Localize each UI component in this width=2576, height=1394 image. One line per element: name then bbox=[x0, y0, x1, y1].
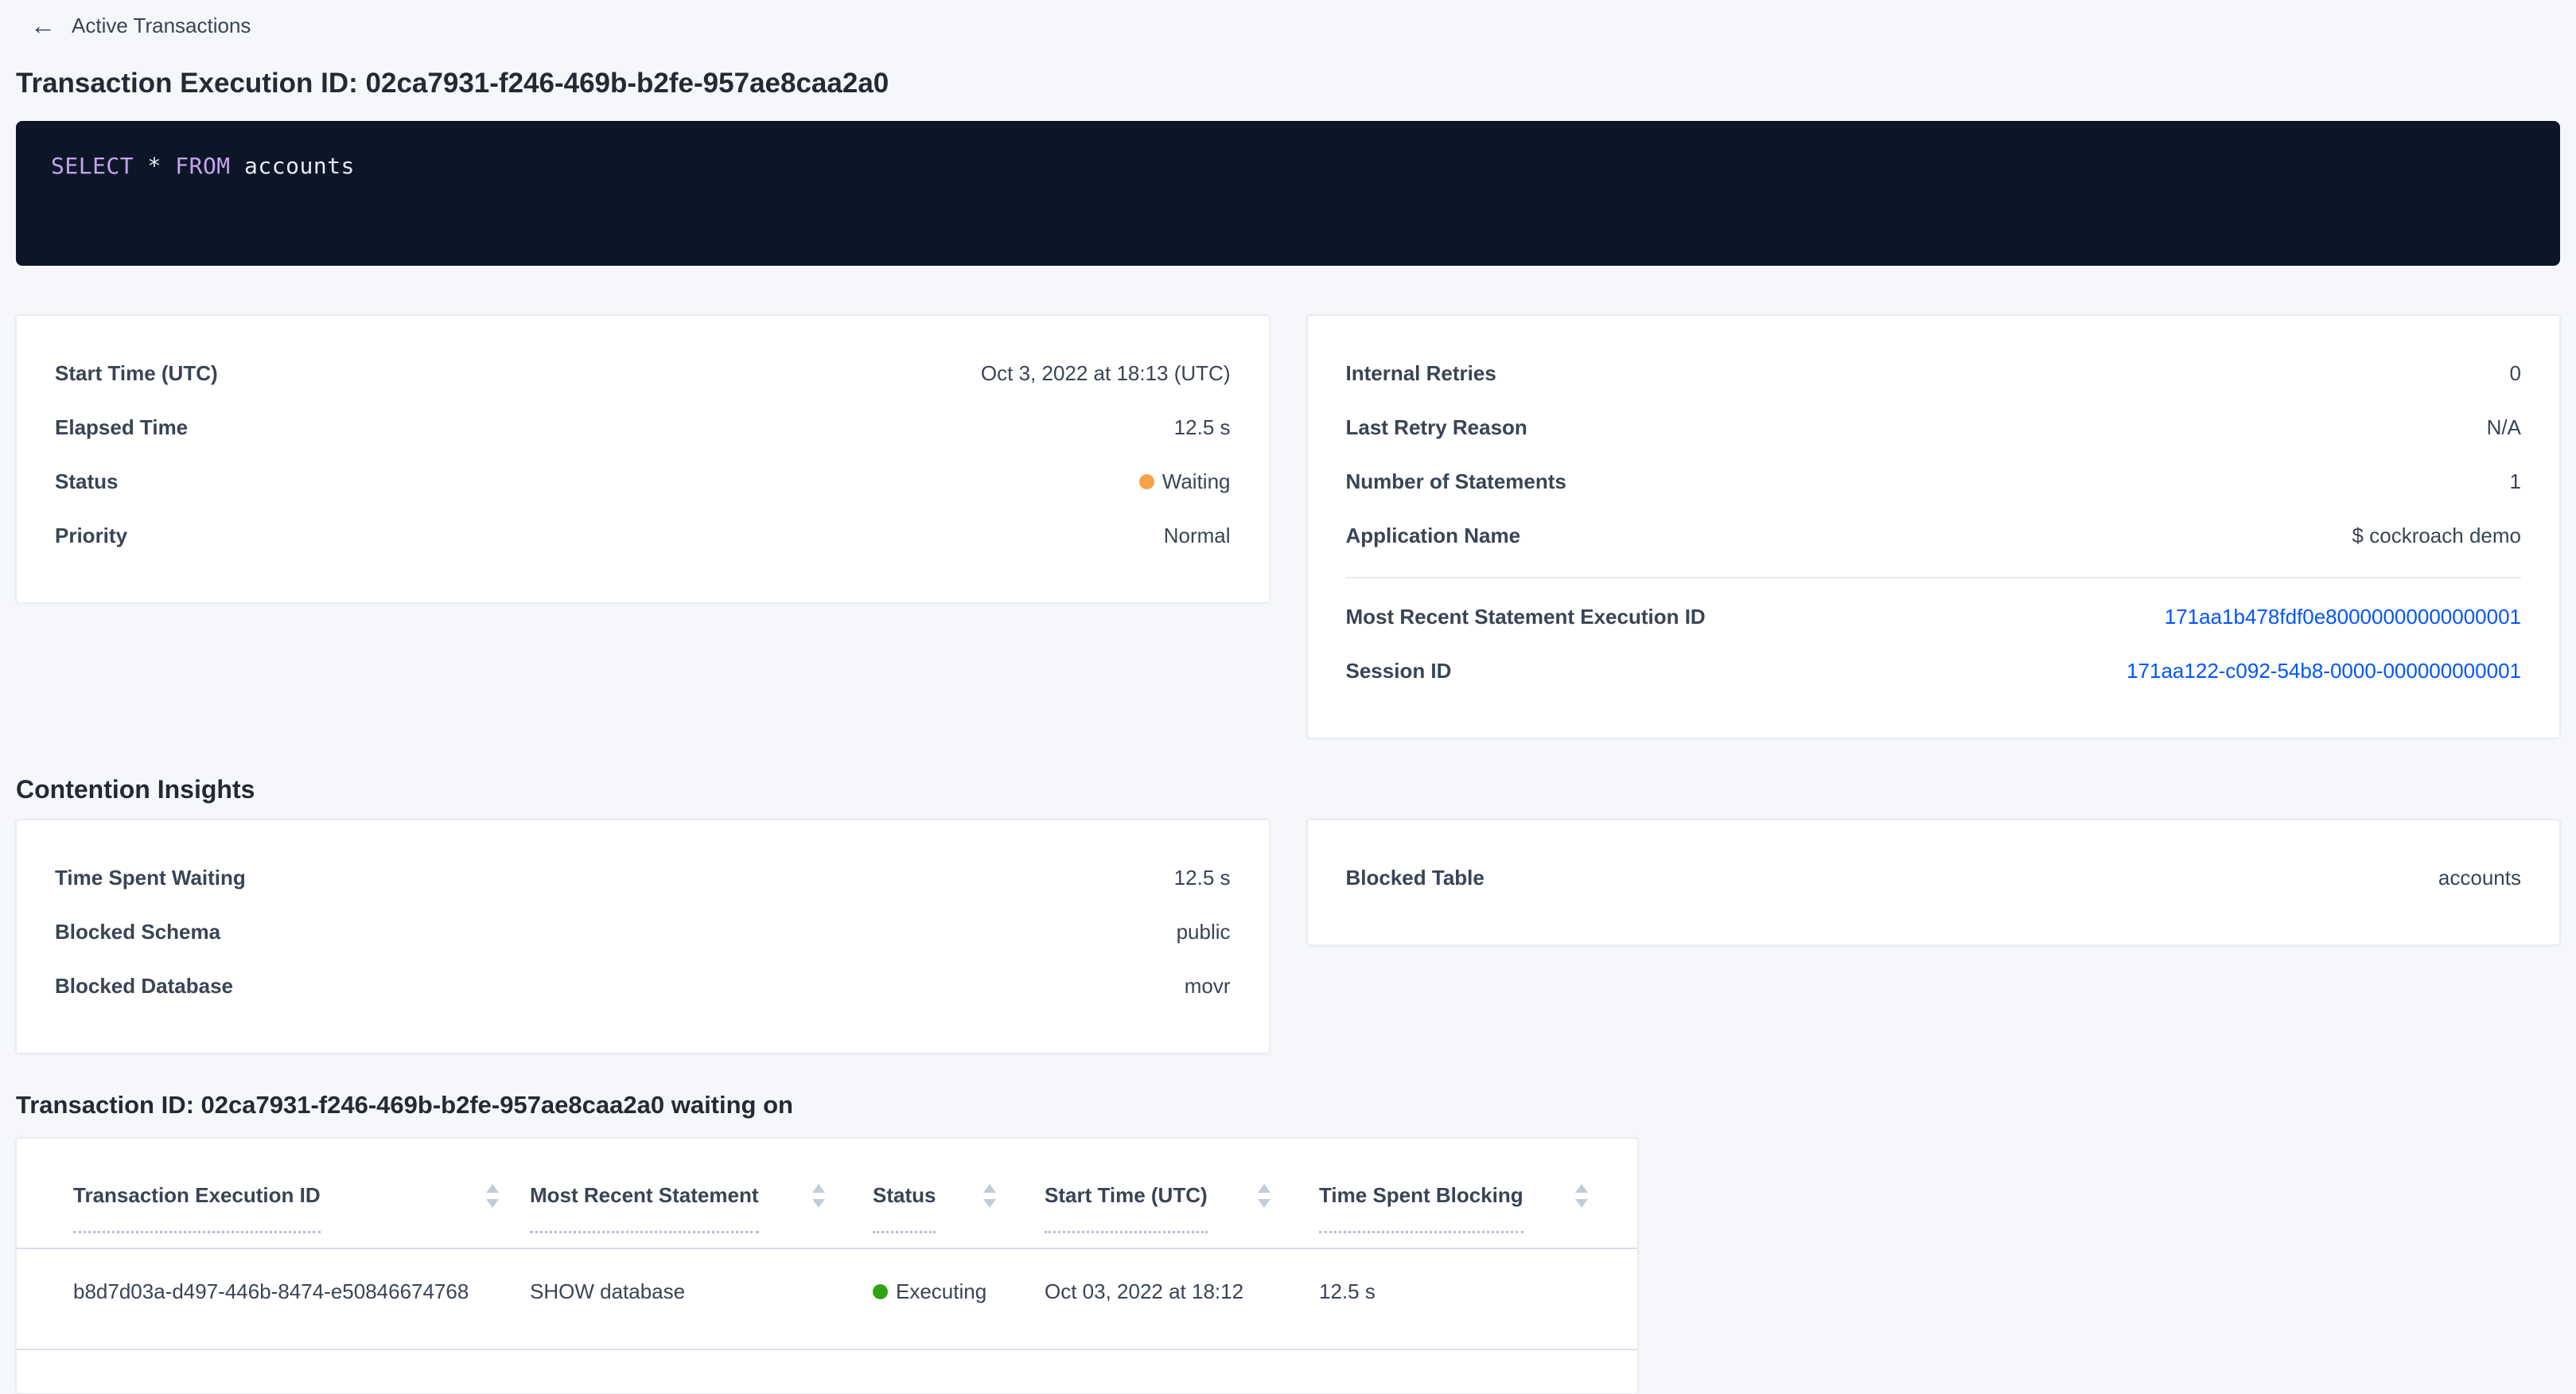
contention-right-card: Blocked Table accounts bbox=[1307, 820, 2561, 945]
cell-time-spent-blocking: 12.5 s bbox=[1282, 1248, 1637, 1349]
session-id-label: Session ID bbox=[1346, 659, 1452, 683]
session-id-row: Session ID 171aa122-c092-54b8-0000-00000… bbox=[1346, 650, 2522, 691]
status-waiting-dot-icon bbox=[1139, 474, 1154, 489]
blocked-table-value: accounts bbox=[2438, 866, 2521, 890]
status-badge: Waiting bbox=[1139, 469, 1231, 494]
blocked-schema-label: Blocked Schema bbox=[55, 920, 220, 944]
sql-keyword: SELECT bbox=[51, 153, 134, 179]
status-value: Executing bbox=[896, 1279, 986, 1304]
cell-transaction-execution-id: b8d7d03a-d497-446b-8474-e50846674768 bbox=[17, 1248, 510, 1349]
waiting-on-heading: Transaction ID: 02ca7931-f246-469b-b2fe-… bbox=[16, 1090, 2560, 1120]
blocked-database-row: Blocked Database movr bbox=[55, 965, 1231, 1007]
waiting-on-table: Transaction Execution ID Most Recent Sta… bbox=[17, 1139, 1637, 1350]
card-divider bbox=[1346, 577, 2522, 578]
internal-retries-label: Internal Retries bbox=[1346, 361, 1496, 386]
session-id-link[interactable]: 171aa122-c092-54b8-0000-000000000001 bbox=[2127, 659, 2521, 683]
waiting-on-table-card: Transaction Execution ID Most Recent Sta… bbox=[16, 1138, 1638, 1394]
back-link-label: Active Transactions bbox=[72, 14, 251, 38]
status-badge: Executing bbox=[873, 1279, 996, 1304]
blocked-database-value: movr bbox=[1185, 974, 1231, 999]
start-time-value: Oct 3, 2022 at 18:13 (UTC) bbox=[981, 361, 1231, 386]
sort-icon[interactable] bbox=[812, 1184, 825, 1208]
back-link-active-transactions[interactable]: ← Active Transactions bbox=[30, 13, 251, 38]
column-header-start-time[interactable]: Start Time (UTC) bbox=[1007, 1139, 1282, 1248]
cell-status: Executing bbox=[836, 1248, 1007, 1349]
status-executing-dot-icon bbox=[873, 1284, 888, 1299]
column-header-transaction-execution-id[interactable]: Transaction Execution ID bbox=[17, 1139, 510, 1248]
start-time-row: Start Time (UTC) Oct 3, 2022 at 18:13 (U… bbox=[55, 352, 1231, 394]
elapsed-time-label: Elapsed Time bbox=[55, 415, 188, 440]
contention-insights-heading: Contention Insights bbox=[16, 773, 2560, 805]
cell-start-time: Oct 03, 2022 at 18:12 bbox=[1007, 1248, 1282, 1349]
column-label: Start Time (UTC) bbox=[1045, 1183, 1208, 1208]
priority-label: Priority bbox=[55, 524, 127, 548]
table-row: b8d7d03a-d497-446b-8474-e50846674768 SHO… bbox=[17, 1248, 1637, 1349]
sort-icon[interactable] bbox=[1575, 1184, 1588, 1208]
start-time-label: Start Time (UTC) bbox=[55, 361, 218, 386]
sort-icon[interactable] bbox=[486, 1184, 499, 1208]
blocked-database-label: Blocked Database bbox=[55, 974, 233, 999]
last-retry-reason-label: Last Retry Reason bbox=[1346, 415, 1527, 440]
contention-cards-row: Time Spent Waiting 12.5 s Blocked Schema… bbox=[16, 820, 2560, 1053]
sql-identifier: accounts bbox=[244, 153, 355, 179]
column-label: Time Spent Blocking bbox=[1319, 1183, 1523, 1208]
execution-card: Internal Retries 0 Last Retry Reason N/A… bbox=[1307, 315, 2561, 738]
last-retry-reason-row: Last Retry Reason N/A bbox=[1346, 407, 2522, 448]
internal-retries-row: Internal Retries 0 bbox=[1346, 352, 2522, 394]
statement-count-label: Number of Statements bbox=[1346, 469, 1566, 494]
blocked-schema-value: public bbox=[1177, 920, 1231, 944]
application-name-label: Application Name bbox=[1346, 524, 1521, 548]
statement-count-value: 1 bbox=[2510, 469, 2521, 494]
column-label: Status bbox=[873, 1183, 936, 1208]
table-header-row: Transaction Execution ID Most Recent Sta… bbox=[17, 1139, 1637, 1248]
column-header-status[interactable]: Status bbox=[836, 1139, 1007, 1248]
sql-operator: * bbox=[148, 153, 161, 179]
blocked-table-row: Blocked Table accounts bbox=[1346, 857, 2522, 898]
status-row: Status Waiting bbox=[55, 461, 1231, 502]
blocked-schema-row: Blocked Schema public bbox=[55, 911, 1231, 952]
elapsed-time-value: 12.5 s bbox=[1174, 415, 1231, 440]
transaction-details-page: ← Active Transactions Transaction Execut… bbox=[0, 0, 2576, 1394]
status-label: Status bbox=[55, 469, 118, 494]
sort-icon[interactable] bbox=[983, 1184, 996, 1208]
sql-statement-box: SELECT * FROM accounts bbox=[16, 121, 2560, 266]
time-spent-waiting-row: Time Spent Waiting 12.5 s bbox=[55, 857, 1231, 898]
statement-execution-id-row: Most Recent Statement Execution ID 171aa… bbox=[1346, 596, 2522, 637]
application-name-value: $ cockroach demo bbox=[2352, 524, 2521, 548]
column-header-time-spent-blocking[interactable]: Time Spent Blocking bbox=[1282, 1139, 1637, 1248]
contention-left-card: Time Spent Waiting 12.5 s Blocked Schema… bbox=[16, 820, 1270, 1053]
summary-cards-row: Start Time (UTC) Oct 3, 2022 at 18:13 (U… bbox=[16, 315, 2560, 738]
application-name-row: Application Name $ cockroach demo bbox=[1346, 515, 2522, 556]
arrow-left-icon: ← bbox=[30, 13, 56, 38]
internal-retries-value: 0 bbox=[2510, 361, 2521, 386]
cell-most-recent-statement: SHOW database bbox=[510, 1248, 836, 1349]
column-label: Most Recent Statement bbox=[530, 1183, 759, 1208]
statement-execution-id-link[interactable]: 171aa1b478fdf0e80000000000000001 bbox=[2165, 605, 2521, 629]
priority-value: Normal bbox=[1164, 524, 1231, 548]
page-title: Transaction Execution ID: 02ca7931-f246-… bbox=[16, 67, 2560, 100]
column-header-most-recent-statement[interactable]: Most Recent Statement bbox=[510, 1139, 836, 1248]
sort-icon[interactable] bbox=[1258, 1184, 1270, 1208]
time-spent-waiting-label: Time Spent Waiting bbox=[55, 866, 246, 890]
blocked-table-label: Blocked Table bbox=[1346, 866, 1485, 890]
priority-row: Priority Normal bbox=[55, 515, 1231, 556]
status-value: Waiting bbox=[1162, 469, 1231, 494]
sql-keyword: FROM bbox=[175, 153, 230, 179]
overview-card: Start Time (UTC) Oct 3, 2022 at 18:13 (U… bbox=[16, 315, 1270, 603]
column-label: Transaction Execution ID bbox=[73, 1183, 321, 1208]
time-spent-waiting-value: 12.5 s bbox=[1174, 866, 1231, 890]
elapsed-time-row: Elapsed Time 12.5 s bbox=[55, 407, 1231, 448]
last-retry-reason-value: N/A bbox=[2487, 415, 2521, 440]
statement-execution-id-label: Most Recent Statement Execution ID bbox=[1346, 605, 1706, 629]
statement-count-row: Number of Statements 1 bbox=[1346, 461, 2522, 502]
